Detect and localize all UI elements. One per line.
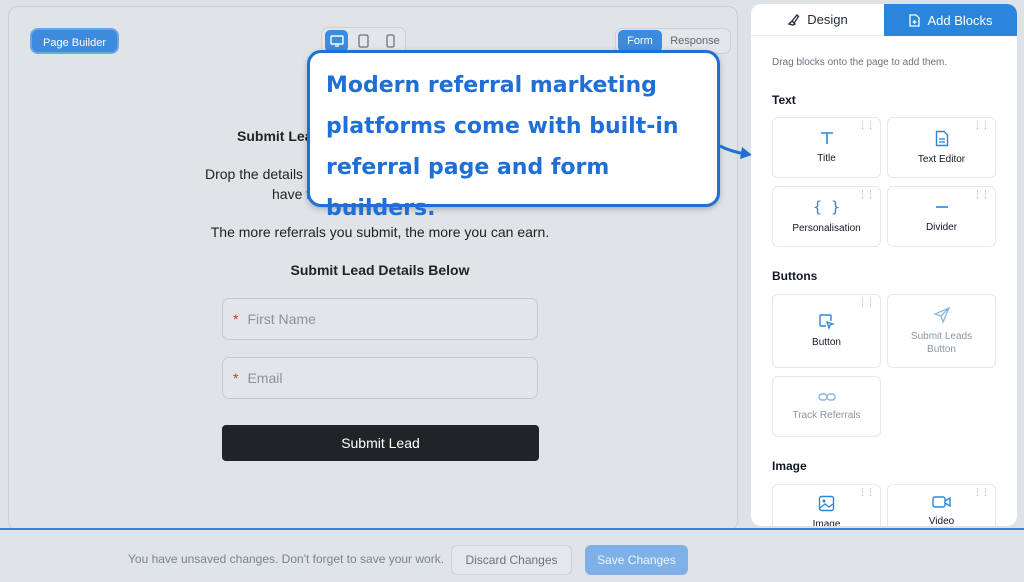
drag-handle-icon[interactable]: ⋮⋮ xyxy=(858,298,875,307)
block-video-label: Video xyxy=(928,516,955,526)
block-divider[interactable]: ⋮⋮ Divider xyxy=(887,186,996,247)
callout-line-2: platforms come with built-in xyxy=(326,114,679,139)
mobile-view-button[interactable] xyxy=(379,30,402,52)
unsaved-message: You have unsaved changes. Don't forget t… xyxy=(128,552,445,566)
page-builder-button[interactable]: Page Builder xyxy=(30,28,119,54)
section-text-heading: Text xyxy=(772,93,796,107)
text-t-icon xyxy=(820,132,833,144)
block-submit-leads-label: Submit Leads Button xyxy=(910,330,973,355)
unsaved-changes-bar: You have unsaved changes. Don't forget t… xyxy=(0,528,1024,582)
link-icon xyxy=(817,393,836,401)
tablet-view-button[interactable] xyxy=(352,30,375,52)
curly-braces-icon: { } xyxy=(812,198,841,216)
panel-hint: Drag blocks onto the page to add them. xyxy=(772,57,948,68)
tablet-icon xyxy=(358,34,369,48)
form-section-title: Submit Lead Details Below xyxy=(290,262,470,278)
video-camera-icon xyxy=(932,496,951,508)
drag-handle-icon[interactable]: ⋮⋮ xyxy=(858,121,875,130)
discard-changes-button[interactable]: Discard Changes xyxy=(451,545,572,575)
desktop-view-button[interactable] xyxy=(325,30,348,52)
add-document-icon xyxy=(909,13,921,27)
block-button[interactable]: ⋮⋮ Button xyxy=(772,294,881,368)
tab-response[interactable]: Response xyxy=(662,30,728,52)
save-changes-button[interactable]: Save Changes xyxy=(585,545,688,575)
block-submit-leads-button[interactable]: Submit Leads Button xyxy=(887,294,996,368)
block-title[interactable]: ⋮⋮ Title xyxy=(772,117,881,178)
block-personalisation-label: Personalisation xyxy=(792,223,861,234)
first-name-placeholder: First Name xyxy=(247,311,316,327)
annotation-callout: Modern referral marketing platforms come… xyxy=(307,50,720,221)
block-track-referrals-label: Track Referrals xyxy=(792,410,861,421)
tab-add-blocks[interactable]: Add Blocks xyxy=(884,4,1017,36)
drag-handle-icon[interactable]: ⋮⋮ xyxy=(858,190,875,199)
section-image-heading: Image xyxy=(772,459,807,473)
send-icon xyxy=(932,306,950,324)
blocks-panel: Design Add Blocks Drag blocks onto the p… xyxy=(751,4,1017,526)
drag-handle-icon[interactable]: ⋮⋮ xyxy=(973,190,990,199)
callout-arrow-icon xyxy=(719,144,752,159)
callout-line-1: Modern referral marketing xyxy=(326,73,657,98)
desktop-icon xyxy=(329,35,344,47)
block-divider-label: Divider xyxy=(925,222,958,233)
block-text-editor-label: Text Editor xyxy=(917,153,966,165)
paint-brush-icon xyxy=(787,14,800,26)
cursor-click-icon xyxy=(819,314,835,330)
section-buttons-heading: Buttons xyxy=(772,269,818,283)
divider-icon xyxy=(935,206,948,208)
email-field[interactable]: * Email xyxy=(222,357,538,399)
drag-handle-icon[interactable]: ⋮⋮ xyxy=(858,488,875,497)
block-title-label: Title xyxy=(817,153,836,164)
required-mark: * xyxy=(233,311,239,327)
drag-handle-icon[interactable]: ⋮⋮ xyxy=(973,488,990,497)
submit-lead-button[interactable]: Submit Lead xyxy=(222,425,539,461)
tab-design-label: Design xyxy=(807,12,848,27)
block-video[interactable]: ⋮⋮ Video xyxy=(887,484,996,526)
block-track-referrals[interactable]: Track Referrals xyxy=(772,376,881,437)
document-icon xyxy=(935,130,948,146)
callout-line-3: referral page and form builders. xyxy=(326,155,610,221)
block-image[interactable]: ⋮⋮ Image xyxy=(772,484,881,526)
block-button-label: Button xyxy=(812,337,841,348)
drag-handle-icon[interactable]: ⋮⋮ xyxy=(973,121,990,130)
first-name-field[interactable]: * First Name xyxy=(222,298,538,340)
image-icon xyxy=(818,495,835,512)
required-mark: * xyxy=(233,370,239,386)
panel-tabs: Design Add Blocks xyxy=(751,4,1017,36)
block-text-editor[interactable]: ⋮⋮ Text Editor xyxy=(887,117,996,178)
block-image-label: Image xyxy=(812,519,841,526)
tab-form[interactable]: Form xyxy=(618,30,662,52)
tab-design[interactable]: Design xyxy=(751,4,884,36)
email-placeholder: Email xyxy=(247,370,283,386)
tab-add-blocks-label: Add Blocks xyxy=(927,12,993,28)
mobile-icon xyxy=(386,34,395,48)
block-personalisation[interactable]: ⋮⋮ { } Personalisation xyxy=(772,186,881,247)
